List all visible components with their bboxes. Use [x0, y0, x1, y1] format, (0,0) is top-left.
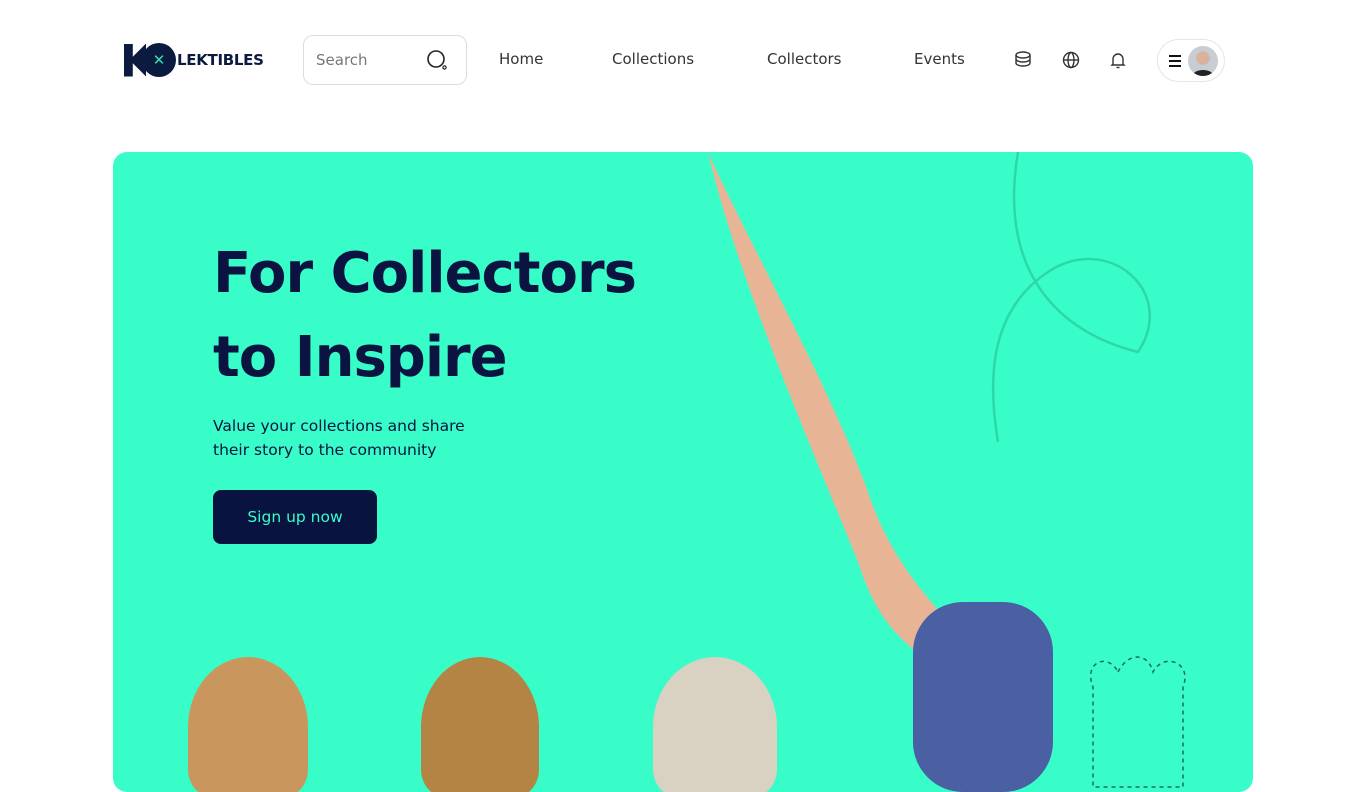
nav-home[interactable]: Home [499, 50, 543, 68]
nav-events[interactable]: Events [914, 50, 965, 68]
shark-camo-bear-figure [421, 657, 539, 792]
logo-k-mark [124, 43, 146, 77]
teddy-bear-figure [188, 657, 308, 792]
user-menu-button[interactable] [1157, 39, 1225, 82]
logo-o-mark: ✕ [142, 43, 176, 77]
nav-collections[interactable]: Collections [612, 50, 694, 68]
search-input[interactable] [316, 51, 426, 69]
hamburger-icon [1169, 54, 1181, 67]
kaws-bear-figure [653, 657, 777, 792]
hero-banner: For Collectors to Inspire Value your coll… [113, 152, 1253, 792]
sign-up-button[interactable]: Sign up now [213, 490, 377, 544]
bell-icon[interactable] [1108, 50, 1128, 70]
bape-camo-bear-figure [913, 602, 1053, 792]
globe-icon[interactable] [1061, 50, 1081, 70]
hero-title: For Collectors to Inspire [213, 241, 637, 390]
search-box[interactable] [303, 35, 467, 85]
hero-subtitle: Value your collections and share their st… [213, 417, 465, 459]
search-icon[interactable] [426, 49, 448, 71]
coins-icon[interactable] [1013, 50, 1033, 70]
logo-text: LEKTIBLES [177, 51, 264, 69]
nav-collectors[interactable]: Collectors [767, 50, 842, 68]
avatar [1188, 45, 1218, 76]
brand-logo[interactable]: ✕ LEKTIBLES [124, 43, 264, 77]
